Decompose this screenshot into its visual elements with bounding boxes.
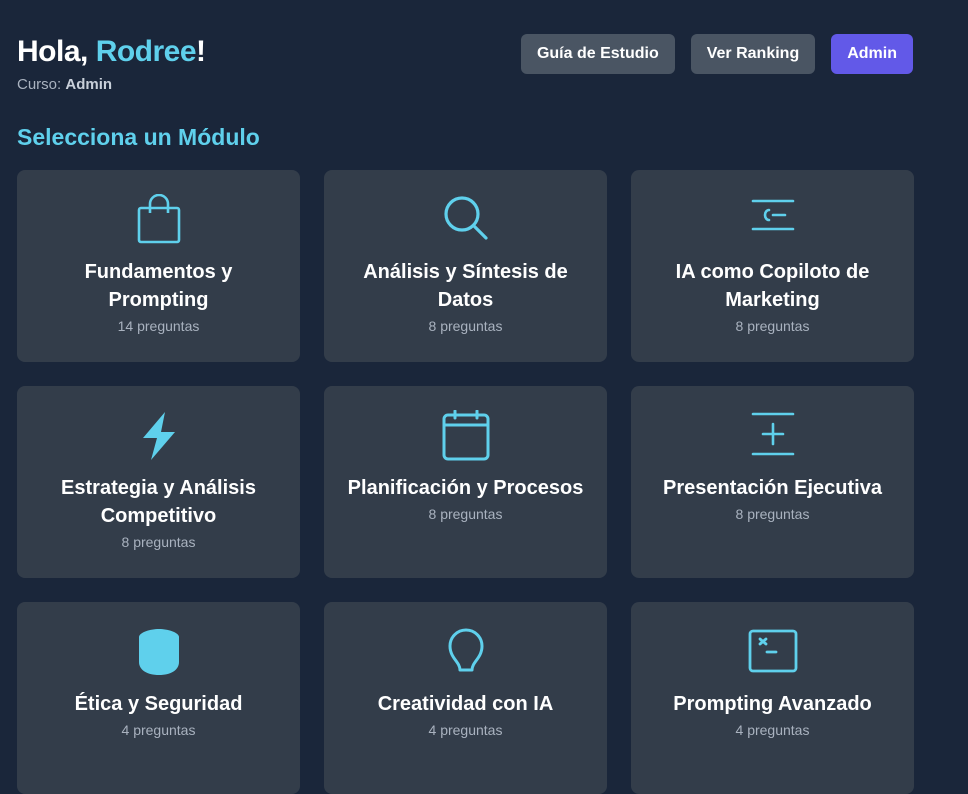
module-card[interactable]: Ética y Seguridad 4 preguntas	[17, 602, 300, 794]
course-info: Curso: Admin	[17, 76, 206, 93]
module-title: Creatividad con IA	[377, 693, 554, 715]
module-card[interactable]: Creatividad con IA 4 preguntas	[324, 602, 607, 794]
lightbulb-icon	[440, 626, 492, 678]
greeting-prefix: Hola,	[17, 35, 96, 68]
module-title: IA como Copiloto de Marketing	[675, 261, 870, 311]
terminal-icon	[747, 626, 799, 678]
search-icon	[440, 194, 492, 246]
module-card[interactable]: Planificación y Procesos 8 preguntas	[324, 386, 607, 578]
module-title: Planificación y Procesos	[347, 477, 584, 499]
module-title: Prompting Avanzado	[673, 693, 872, 715]
module-title: Ética y Seguridad	[74, 693, 243, 715]
calendar-icon	[440, 410, 492, 462]
module-question-count: 8 preguntas	[735, 506, 810, 522]
greeting-suffix: !	[196, 35, 206, 68]
module-card[interactable]: Análisis y Síntesis de Datos 8 preguntas	[324, 170, 607, 362]
module-question-count: 8 preguntas	[428, 318, 503, 334]
module-question-count: 4 preguntas	[121, 722, 196, 738]
greeting: Hola, Rodree!	[17, 34, 206, 70]
module-question-count: 8 preguntas	[428, 506, 503, 522]
module-title: Fundamentos y Prompting	[84, 261, 233, 311]
study-guide-button[interactable]: Guía de Estudio	[520, 34, 675, 74]
module-question-count: 14 preguntas	[117, 318, 200, 334]
header-actions: Guía de Estudio Ver Ranking Admin	[520, 34, 913, 74]
module-question-count: 8 preguntas	[735, 318, 810, 334]
shield-icon	[133, 626, 185, 678]
course-label: Curso:	[17, 76, 66, 93]
section-title: Selecciona un Módulo	[17, 124, 260, 150]
course-value: Admin	[65, 76, 113, 93]
module-title: Análisis y Síntesis de Datos	[363, 261, 568, 311]
module-card[interactable]: Estrategia y Análisis Competitivo 8 preg…	[17, 386, 300, 578]
module-question-count: 4 preguntas	[428, 722, 503, 738]
module-grid: Fundamentos y Prompting 14 preguntas Aná…	[17, 170, 914, 794]
user-name: Rodree	[95, 35, 197, 68]
shopping-bag-icon	[133, 194, 185, 246]
lightning-icon	[133, 410, 185, 462]
module-title: Estrategia y Análisis Competitivo	[61, 477, 256, 527]
module-question-count: 8 preguntas	[121, 534, 196, 550]
module-card[interactable]: Fundamentos y Prompting 14 preguntas	[17, 170, 300, 362]
presentation-icon	[747, 410, 799, 462]
module-card[interactable]: Presentación Ejecutiva 8 preguntas	[631, 386, 914, 578]
module-card[interactable]: IA como Copiloto de Marketing 8 pregunta…	[631, 170, 914, 362]
text-lines-icon	[747, 194, 799, 246]
module-title: Presentación Ejecutiva	[663, 477, 882, 499]
admin-button[interactable]: Admin	[831, 34, 913, 74]
module-card[interactable]: Prompting Avanzado 4 preguntas	[631, 602, 914, 794]
module-question-count: 4 preguntas	[735, 722, 810, 738]
ranking-button[interactable]: Ver Ranking	[690, 34, 816, 74]
header: Hola, Rodree! Curso: Admin	[17, 34, 206, 93]
